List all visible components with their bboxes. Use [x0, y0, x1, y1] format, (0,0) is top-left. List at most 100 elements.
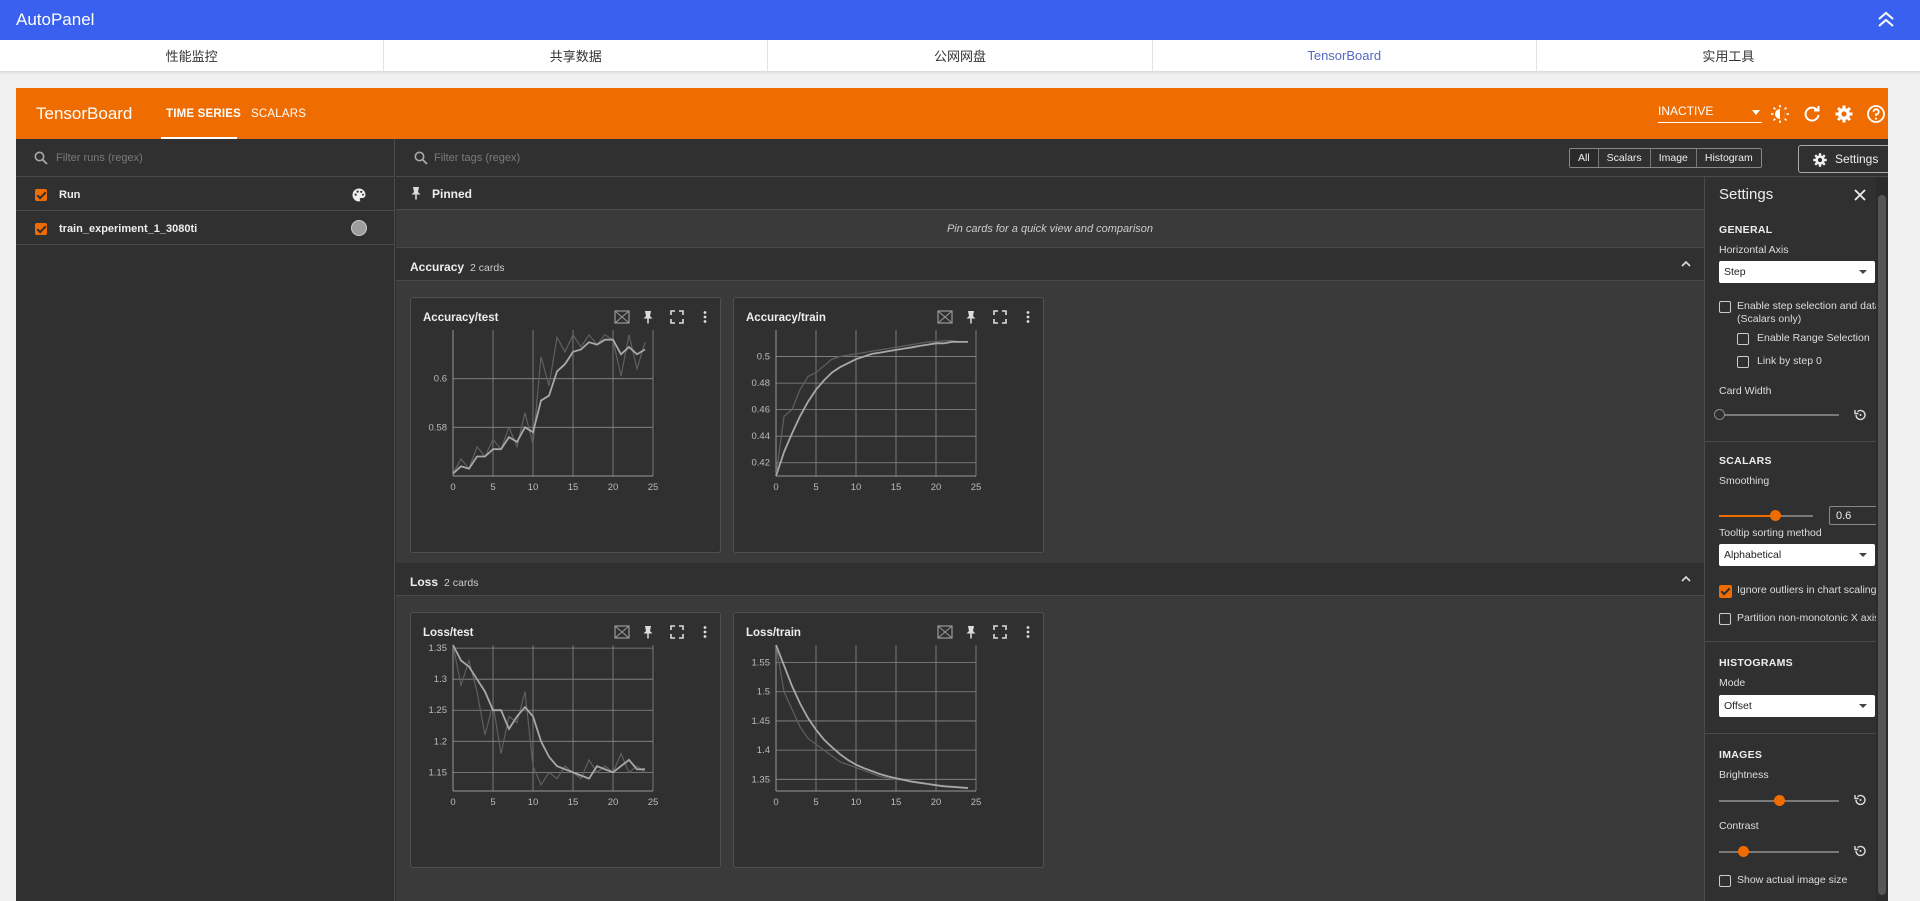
nav-item-tools[interactable]: 实用工具: [1537, 40, 1920, 71]
more-vert-icon[interactable]: [1021, 625, 1035, 639]
smoothing-input[interactable]: [1829, 506, 1881, 525]
settings-gear-icon[interactable]: [1834, 104, 1854, 124]
x-tick-label: 20: [931, 797, 942, 808]
x-tick-label: 15: [891, 797, 902, 808]
main-area: All Scalars Image Histogram Settings Pin…: [396, 139, 1888, 901]
smoothing-slider[interactable]: [1719, 510, 1813, 521]
smoothed-series-line: [775, 340, 968, 477]
horizontal-axis-label: Horizontal Axis: [1719, 244, 1789, 256]
tensorboard-frame: TensorBoard TIME SERIES SCALARS INACTIVE…: [16, 88, 1888, 901]
x-tick-label: 20: [608, 797, 619, 808]
horizontal-axis-select[interactable]: Step: [1719, 261, 1875, 283]
more-vert-icon[interactable]: [698, 625, 712, 639]
chevron-up-icon[interactable]: [1680, 573, 1692, 585]
fullscreen-icon[interactable]: [993, 310, 1007, 324]
link-step0-checkbox[interactable]: [1737, 356, 1749, 368]
line-chart[interactable]: 0 5 10 15 20 25 1.35 1.4 1.45 1.5 1.55: [734, 643, 1045, 855]
slider-thumb[interactable]: [1738, 846, 1749, 857]
pin-card-icon[interactable]: [965, 310, 979, 324]
scrollbar-thumb[interactable]: [1878, 195, 1886, 895]
group-header-accuracy[interactable]: Accuracy 2 cards: [396, 248, 1704, 281]
palette-icon[interactable]: [351, 187, 367, 203]
card-width-slider[interactable]: [1714, 409, 1839, 420]
more-vert-icon[interactable]: [698, 310, 712, 324]
plugin-select[interactable]: INACTIVE: [1658, 104, 1762, 123]
tags-toolbar: All Scalars Image Histogram Settings: [396, 139, 1888, 177]
settings-scrollbar[interactable]: [1876, 177, 1888, 901]
nav-item-tensorboard[interactable]: TensorBoard: [1153, 40, 1537, 71]
x-tick-label: 15: [568, 482, 579, 493]
histogram-mode-select[interactable]: Offset: [1719, 695, 1875, 717]
fullscreen-icon[interactable]: [670, 310, 684, 324]
pin-card-icon[interactable]: [642, 625, 656, 639]
reset-icon[interactable]: [1853, 793, 1867, 807]
tags-filter-input[interactable]: [434, 150, 1034, 166]
y-tick-label: 0.48: [752, 378, 771, 389]
fullscreen-icon[interactable]: [670, 625, 684, 639]
range-selection-checkbox[interactable]: [1737, 333, 1749, 345]
ignore-outliers-checkbox[interactable]: [1719, 585, 1732, 598]
reset-icon[interactable]: [1853, 844, 1867, 858]
show-actual-size-checkbox[interactable]: [1719, 875, 1731, 887]
scalar-card: Accuracy/test 0 5 10 15 20 25 0.58 0.6: [410, 297, 721, 553]
pin-card-icon[interactable]: [965, 625, 979, 639]
slider-thumb[interactable]: [1770, 510, 1782, 521]
fullscreen-icon[interactable]: [993, 625, 1007, 639]
dark-mode-icon[interactable]: [1770, 104, 1790, 124]
tab-time-series[interactable]: TIME SERIES: [166, 108, 241, 120]
slider-thumb[interactable]: [1774, 795, 1785, 806]
help-icon[interactable]: [1866, 104, 1886, 124]
fit-domain-icon[interactable]: [937, 625, 953, 639]
nav-item-netdisk[interactable]: 公网网盘: [768, 40, 1153, 71]
y-tick-label: 1.25: [429, 705, 448, 716]
step-selection-sublabel: (Scalars only): [1737, 313, 1802, 325]
line-chart[interactable]: 0 5 10 15 20 25 0.42 0.44 0.46 0.48 0.5: [734, 328, 1045, 540]
runs-filter-input[interactable]: [56, 150, 356, 166]
select-all-runs-checkbox[interactable]: [35, 189, 47, 201]
filter-all-button[interactable]: All: [1570, 149, 1599, 167]
reset-icon[interactable]: [1853, 408, 1867, 422]
y-tick-label: 0.6: [434, 374, 447, 385]
fit-domain-icon[interactable]: [614, 310, 630, 324]
section-divider: [1705, 641, 1888, 642]
line-chart[interactable]: 0 5 10 15 20 25 1.15 1.2 1.25 1.3 1.35: [411, 643, 722, 855]
close-icon[interactable]: [1853, 188, 1867, 202]
y-tick-label: 0.46: [752, 405, 771, 416]
filter-scalars-button[interactable]: Scalars: [1598, 149, 1651, 167]
partition-checkbox[interactable]: [1719, 613, 1731, 625]
step-selection-checkbox[interactable]: [1719, 301, 1731, 313]
histograms-section-title: HISTOGRAMS: [1719, 657, 1793, 669]
refresh-icon[interactable]: [1802, 104, 1822, 124]
settings-toggle-button[interactable]: Settings: [1798, 145, 1888, 173]
x-tick-label: 15: [568, 797, 579, 808]
nav-item-performance[interactable]: 性能监控: [0, 40, 385, 71]
line-chart[interactable]: 0 5 10 15 20 25 0.58 0.6: [411, 328, 722, 540]
link-step0-label: Link by step 0: [1757, 355, 1822, 367]
run-row[interactable]: train_experiment_1_3080ti: [16, 211, 395, 245]
raw-series-line: [452, 644, 646, 787]
filter-image-button[interactable]: Image: [1650, 149, 1697, 167]
run-color-swatch[interactable]: [351, 220, 367, 236]
collapse-icon[interactable]: [1876, 9, 1896, 31]
smoothing-label: Smoothing: [1719, 475, 1770, 487]
contrast-slider[interactable]: [1719, 846, 1839, 857]
step-selection-label: Enable step selection and data table: [1737, 300, 1888, 312]
run-checkbox[interactable]: [35, 223, 47, 235]
filter-histogram-button[interactable]: Histogram: [1696, 149, 1761, 167]
plugin-type-filter: All Scalars Image Histogram: [1569, 148, 1762, 168]
tab-scalars[interactable]: SCALARS: [251, 108, 306, 120]
fit-domain-icon[interactable]: [614, 625, 630, 639]
slider-thumb[interactable]: [1714, 409, 1725, 420]
chevron-up-icon[interactable]: [1680, 258, 1692, 270]
general-section-title: GENERAL: [1719, 224, 1773, 236]
y-tick-label: 1.5: [757, 687, 770, 698]
brightness-slider[interactable]: [1719, 795, 1839, 806]
more-vert-icon[interactable]: [1021, 310, 1035, 324]
pin-card-icon[interactable]: [642, 310, 656, 324]
tooltip-sort-select[interactable]: Alphabetical: [1719, 544, 1875, 566]
ignore-outliers-label: Ignore outliers in chart scaling: [1737, 584, 1877, 596]
nav-item-shared-data[interactable]: 共享数据: [384, 40, 769, 71]
group-header-loss[interactable]: Loss 2 cards: [396, 563, 1704, 596]
smoothed-series-line: [775, 644, 969, 789]
fit-domain-icon[interactable]: [937, 310, 953, 324]
